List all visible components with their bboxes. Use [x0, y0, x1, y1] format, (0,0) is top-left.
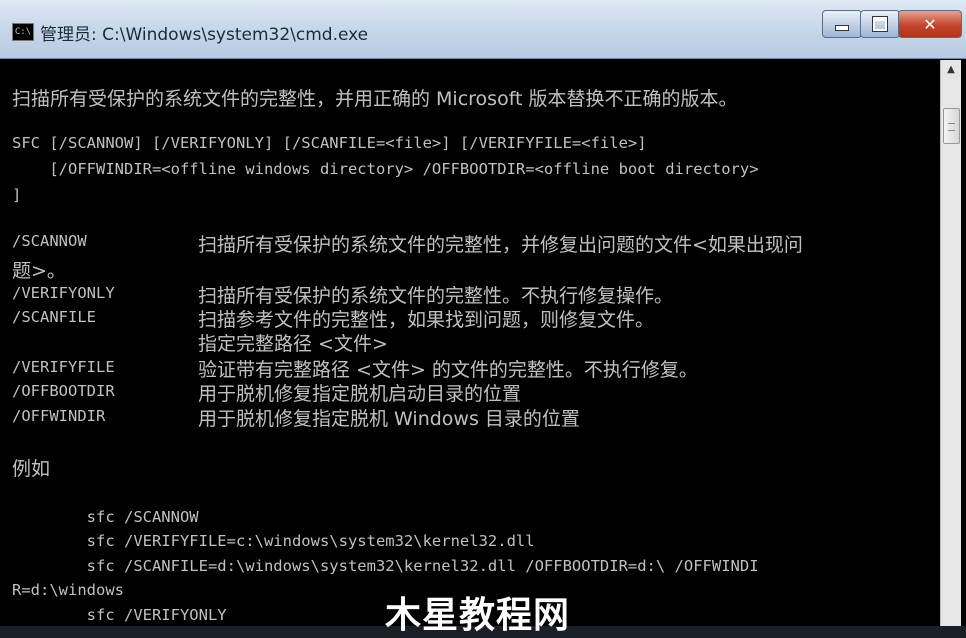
option-name: /OFFWINDIR	[12, 407, 106, 425]
grip-icon	[948, 123, 955, 131]
option-desc: 验证带有完整路径 <文件> 的文件的完整性。不执行修复。	[198, 359, 698, 381]
intro-text: 扫描所有受保护的系统文件的完整性，并用正确的 Microsoft 版本替换不正确…	[12, 88, 738, 110]
syntax-line: ]	[12, 186, 22, 204]
option-desc: 扫描所有受保护的系统文件的完整性，并修复出问题的文件<如果出现问	[198, 234, 803, 256]
option-desc: 扫描参考文件的完整性，如果找到问题，则修复文件。	[198, 309, 655, 331]
option-desc: 扫描所有受保护的系统文件的完整性。不执行修复操作。	[198, 285, 674, 307]
title-bar[interactable]: C:\ 管理员: C:\Windows\system32\cmd.exe ✕	[0, 0, 966, 59]
syntax-line: [/OFFWINDIR=<offline windows directory> …	[12, 160, 759, 178]
example-line: sfc /SCANFILE=d:\windows\system32\kernel…	[12, 557, 759, 575]
option-desc: 用于脱机修复指定脱机启动目录的位置	[198, 383, 522, 405]
cmd-window: C:\ 管理员: C:\Windows\system32\cmd.exe ✕ 扫…	[0, 0, 966, 636]
example-line: R=d:\windows	[12, 581, 124, 599]
close-button[interactable]: ✕	[898, 10, 962, 38]
examples-heading: 例如	[12, 458, 51, 480]
vertical-scrollbar[interactable]: ▲	[940, 60, 961, 626]
option-name: /VERIFYONLY	[12, 284, 115, 302]
option-desc: 指定完整路径 <文件>	[198, 333, 388, 355]
option-name: /SCANFILE	[12, 308, 96, 326]
option-name: /OFFBOOTDIR	[12, 382, 115, 400]
window-title: 管理员: C:\Windows\system32\cmd.exe	[40, 25, 369, 45]
example-line: sfc /VERIFYFILE=c:\windows\system32\kern…	[12, 532, 535, 550]
option-desc: 题>。	[12, 260, 66, 282]
example-line: sfc /VERIFYONLY	[12, 606, 227, 624]
minimize-button[interactable]	[822, 10, 862, 38]
option-name: /VERIFYFILE	[12, 358, 115, 376]
minimize-icon	[835, 25, 849, 31]
syntax-line: SFC [/SCANNOW] [/VERIFYONLY] [/SCANFILE=…	[12, 134, 647, 152]
cmd-app-icon[interactable]: C:\	[12, 23, 34, 41]
watermark-text: 木星教程网	[385, 595, 571, 636]
scrollbar-thumb[interactable]	[943, 108, 960, 144]
maximize-icon	[873, 17, 887, 31]
example-line: sfc /SCANNOW	[12, 508, 199, 526]
option-desc: 用于脱机修复指定脱机 Windows 目录的位置	[198, 408, 580, 430]
console-output[interactable]: 扫描所有受保护的系统文件的完整性，并用正确的 Microsoft 版本替换不正确…	[8, 60, 938, 626]
maximize-button[interactable]	[860, 10, 900, 38]
scroll-up-arrow-icon[interactable]: ▲	[941, 60, 961, 80]
option-name: /SCANNOW	[12, 232, 87, 250]
close-icon: ✕	[923, 14, 937, 34]
